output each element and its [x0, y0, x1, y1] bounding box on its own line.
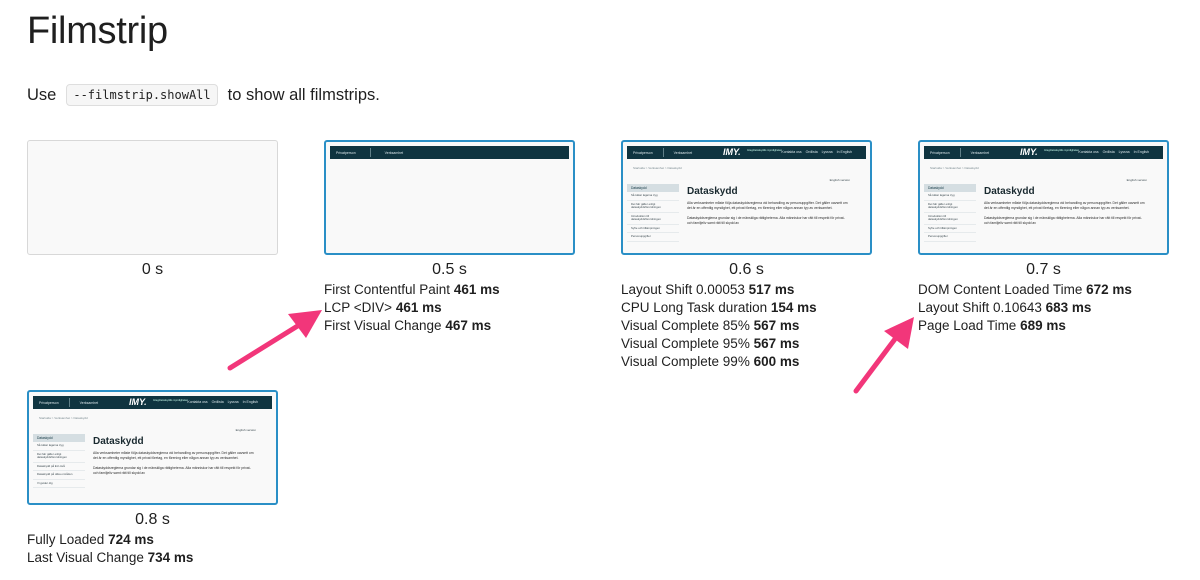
frame-metrics: Layout Shift 0.00053 517 ms CPU Long Tas…: [621, 281, 872, 371]
site-breadcrumb: Startsida > Verksamhet > Dataskydd: [930, 166, 979, 170]
metric-row: CPU Long Task duration 154 ms: [621, 300, 817, 315]
metric-row: Layout Shift 0.10643 683 ms: [918, 300, 1092, 315]
metric-row: Fully Loaded 724 ms: [27, 532, 154, 547]
annotation-arrow-icon: [227, 310, 322, 371]
filmstrip-flag-code: --filmstrip.showAll: [66, 84, 218, 106]
intro-text: Use --filmstrip.showAll to show all film…: [27, 84, 380, 106]
site-sidebar: Dataskydd Så tolkar lagarna tryg Det här…: [627, 184, 679, 242]
metric-row: Visual Complete 95% 567 ms: [621, 336, 800, 351]
frame-thumbnail: Privatperson Verksamhet IMY. Integritets…: [918, 140, 1169, 255]
site-content: Dataskydd Alla verksamheter måste följa …: [687, 186, 848, 226]
frame-thumbnail: Privatperson Verksamhet: [324, 140, 575, 255]
filmstrip-frame-4[interactable]: Privatperson Verksamhet IMY. Integritets…: [27, 390, 278, 567]
metric-row: Layout Shift 0.00053 517 ms: [621, 282, 795, 297]
site-nav-verksamhet: Verksamhet: [384, 150, 404, 155]
frame-time: 0.8 s: [135, 511, 170, 528]
frame-time: 0.5 s: [432, 261, 467, 278]
metric-row: Page Load Time 689 ms: [918, 318, 1066, 333]
site-nav-privatperson: Privatperson: [336, 150, 356, 155]
site-nav-bar: Privatperson Verksamhet: [330, 146, 569, 159]
frame-time: 0 s: [141, 261, 164, 278]
metric-row: Last Visual Change 734 ms: [27, 550, 194, 565]
frame-thumbnail-blank: [27, 140, 278, 255]
annotation-arrow-icon: [853, 317, 914, 394]
site-nav-bar: Privatperson Verksamhet IMY. Integritets…: [33, 396, 272, 409]
metric-row: LCP <DIV> 461 ms: [324, 300, 442, 315]
site-breadcrumb: Startsida > Verksamhet > Dataskydd: [39, 416, 88, 420]
frame-time: 0.7 s: [1026, 261, 1061, 278]
metric-row: Visual Complete 85% 567 ms: [621, 318, 800, 333]
filmstrip-frame-3[interactable]: Privatperson Verksamhet IMY. Integritets…: [918, 140, 1169, 335]
intro-before: Use: [27, 85, 57, 104]
site-logo: IMY.: [723, 147, 741, 157]
filmstrip-frame-1[interactable]: Privatperson Verksamhet 0.5 s First Cont…: [324, 140, 575, 335]
metric-row: Visual Complete 99% 600 ms: [621, 354, 800, 369]
frame-thumbnail: Privatperson Verksamhet IMY. Integritets…: [27, 390, 278, 505]
frame-metrics: DOM Content Loaded Time 672 ms Layout Sh…: [918, 281, 1169, 335]
site-breadcrumb: Startsida > Verksamhet > Dataskydd: [633, 166, 682, 170]
frame-time: 0.6 s: [729, 261, 764, 278]
filmstrip-frame-0[interactable]: 0 s: [27, 140, 278, 281]
site-sidebar: Dataskydd Så tolkar lagarna tryg Det här…: [33, 434, 85, 488]
site-nav-bar: Privatperson Verksamhet IMY. Integritets…: [627, 146, 866, 159]
frame-metrics: First Contentful Paint 461 ms LCP <DIV> …: [324, 281, 575, 335]
metric-row: First Visual Change 467 ms: [324, 318, 492, 333]
site-logo: IMY.: [129, 397, 147, 407]
filmstrip-frame-2[interactable]: Privatperson Verksamhet IMY. Integritets…: [621, 140, 872, 371]
intro-after: to show all filmstrips.: [227, 85, 380, 104]
site-nav-bar: Privatperson Verksamhet IMY. Integritets…: [924, 146, 1163, 159]
frame-metrics: Fully Loaded 724 ms Last Visual Change 7…: [27, 531, 278, 567]
frame-thumbnail: Privatperson Verksamhet IMY. Integritets…: [621, 140, 872, 255]
page-title: Filmstrip: [27, 10, 168, 52]
site-sidebar: Dataskydd Så tolkar lagarna tryg Det här…: [924, 184, 976, 242]
site-content: Dataskydd Alla verksamheter måste följa …: [93, 436, 254, 476]
metric-row: DOM Content Loaded Time 672 ms: [918, 282, 1132, 297]
site-content: Dataskydd Alla verksamheter måste följa …: [984, 186, 1145, 226]
metric-row: First Contentful Paint 461 ms: [324, 282, 500, 297]
site-logo: IMY.: [1020, 147, 1038, 157]
